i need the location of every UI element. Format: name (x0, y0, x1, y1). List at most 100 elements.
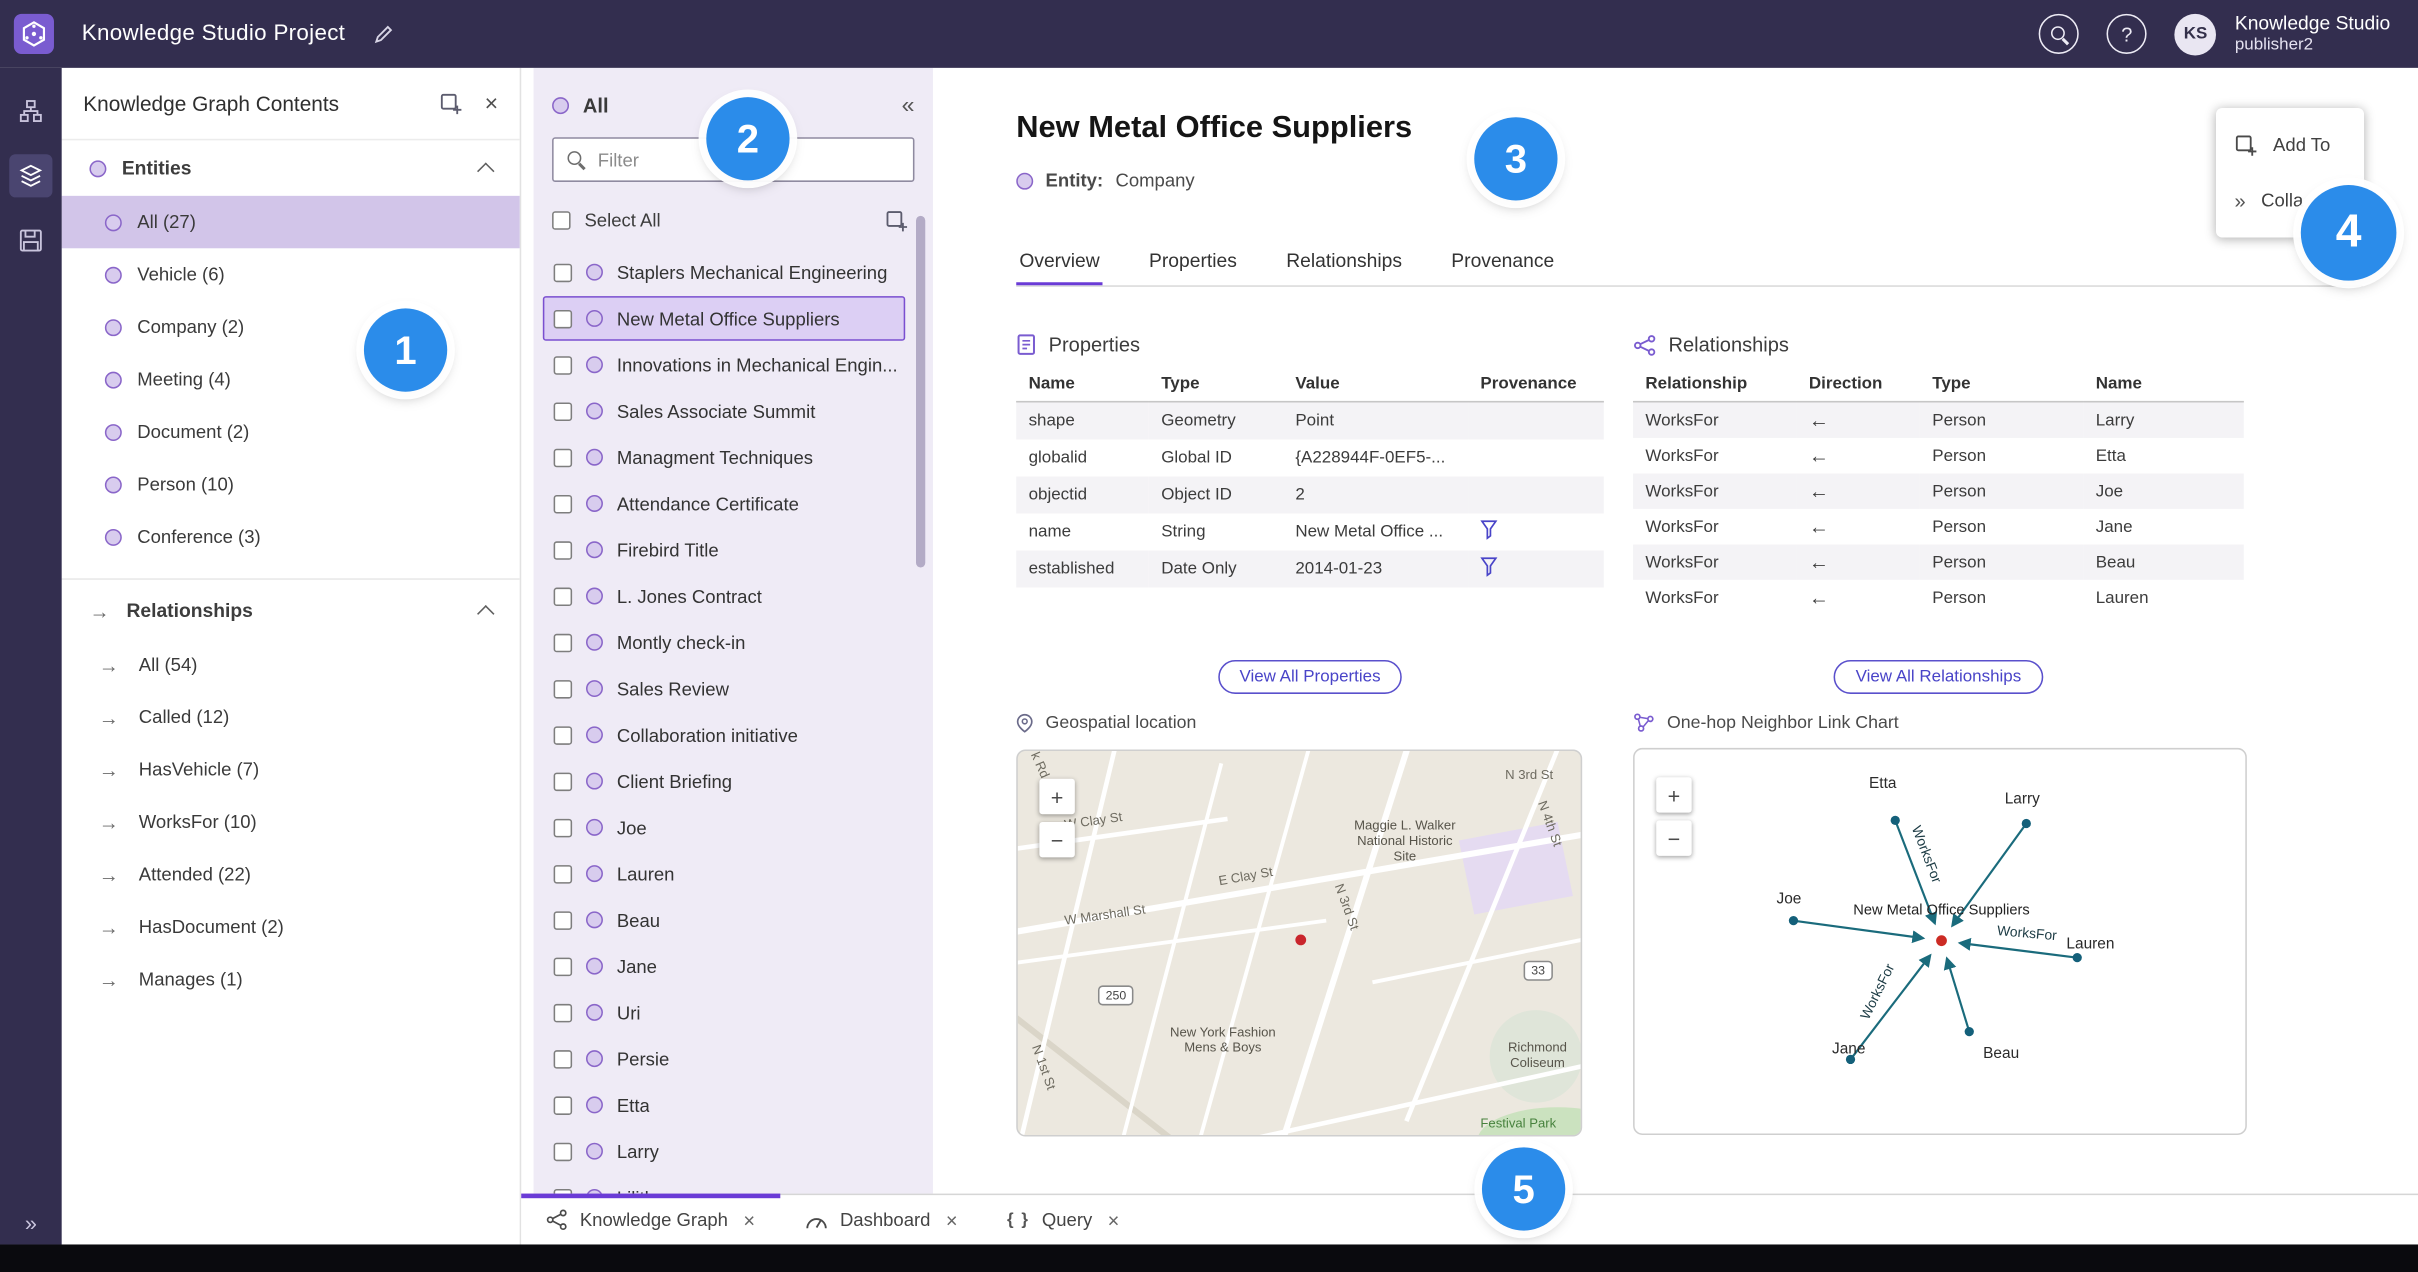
list-item[interactable]: Etta (543, 1083, 905, 1128)
save-button[interactable] (9, 219, 52, 262)
list-item[interactable]: Managment Techniques (543, 435, 905, 480)
item-checkbox[interactable] (553, 864, 573, 883)
list-item[interactable]: Persie (543, 1036, 905, 1081)
item-checkbox[interactable] (553, 910, 573, 930)
provenance-icon[interactable] (1480, 520, 1498, 545)
related-entity-link[interactable]: Beau (2083, 544, 2243, 579)
relationship-filter-item[interactable]: → Called (12) (62, 691, 520, 743)
item-checkbox[interactable] (553, 1049, 573, 1068)
detail-tab[interactable]: Overview (1016, 241, 1103, 286)
item-checkbox[interactable] (553, 679, 573, 698)
list-item[interactable]: Staplers Mechanical Engineering (543, 250, 905, 295)
relationship-link[interactable]: WorksFor (1633, 544, 1796, 579)
item-checkbox[interactable] (553, 771, 573, 791)
list-item[interactable]: L. Jones Contract (543, 574, 905, 619)
scrollbar-thumb[interactable] (916, 215, 926, 568)
relationships-section-header[interactable]: → Relationships (62, 583, 520, 639)
item-checkbox[interactable] (553, 633, 573, 652)
list-item[interactable]: Lauren (543, 851, 905, 896)
search-button[interactable] (2038, 13, 2080, 54)
avatar[interactable]: KS (2174, 13, 2217, 55)
list-item[interactable]: Beau (543, 898, 905, 943)
relationship-filter-item[interactable]: → WorksFor (10) (62, 796, 520, 848)
tab-dashboard[interactable]: Dashboard × (780, 1195, 982, 1244)
list-item[interactable]: Larry (543, 1129, 905, 1174)
detail-tab[interactable]: Provenance (1448, 241, 1557, 286)
add-to-new-icon[interactable] (440, 92, 463, 115)
related-entity-link[interactable]: Joe (2083, 473, 2243, 508)
relationship-filter-item[interactable]: → HasVehicle (7) (62, 743, 520, 795)
expand-rail-button[interactable]: » (0, 1211, 62, 1236)
app-logo-icon[interactable] (13, 13, 54, 54)
list-item[interactable]: Jane (543, 944, 905, 989)
user-info[interactable]: Knowledge Studio publisher2 (2235, 12, 2390, 55)
layers-view-button[interactable] (9, 154, 53, 198)
list-item[interactable]: Client Briefing (543, 759, 905, 804)
detail-tab[interactable]: Relationships (1283, 241, 1405, 286)
hierarchy-view-button[interactable] (9, 89, 52, 132)
entity-filter-item[interactable]: Document (2) (62, 406, 520, 458)
add-to-button[interactable]: Add To (2216, 117, 2364, 173)
item-checkbox[interactable] (553, 586, 573, 606)
list-item[interactable]: Joe (543, 805, 905, 850)
item-checkbox[interactable] (553, 540, 573, 560)
map[interactable]: + − k Rd W Clay St E Clay St W Marshall … (1016, 749, 1583, 1137)
collapse-panel-icon[interactable]: « (902, 93, 915, 119)
item-checkbox[interactable] (553, 262, 573, 282)
node-label[interactable]: Etta (1869, 776, 1896, 793)
related-entity-link[interactable]: Lauren (2083, 580, 2243, 615)
item-checkbox[interactable] (553, 956, 573, 976)
entity-filter-item[interactable]: Conference (3) (62, 510, 520, 562)
list-item[interactable]: Sales Associate Summit (543, 389, 905, 434)
item-checkbox[interactable] (553, 1003, 573, 1022)
add-to-new-icon[interactable] (885, 209, 908, 232)
provenance-icon[interactable] (1480, 557, 1498, 582)
relationship-link[interactable]: WorksFor (1633, 438, 1796, 473)
relationship-filter-item[interactable]: → All (54) (62, 638, 520, 690)
list-item[interactable]: Uri (543, 990, 905, 1035)
node-label[interactable]: Beau (1983, 1046, 2019, 1063)
relationship-link[interactable]: WorksFor (1633, 473, 1796, 508)
related-entity-link[interactable]: Larry (2083, 402, 2243, 438)
relationship-link[interactable]: WorksFor (1633, 580, 1796, 615)
view-all-relationships-button[interactable]: View All Relationships (1833, 660, 2043, 694)
view-all-properties-button[interactable]: View All Properties (1217, 660, 1403, 694)
related-entity-link[interactable]: Etta (2083, 438, 2243, 473)
help-button[interactable]: ? (2106, 13, 2147, 54)
item-checkbox[interactable] (553, 1095, 573, 1115)
item-checkbox[interactable] (553, 1141, 573, 1161)
entity-filter-item[interactable]: Vehicle (6) (62, 248, 520, 300)
node-label[interactable]: Lauren (2066, 936, 2114, 953)
zoom-in-button[interactable]: + (1656, 777, 1692, 813)
related-entity-link[interactable]: Jane (2083, 509, 2243, 544)
node-label[interactable]: Larry (2005, 791, 2040, 808)
edit-title-icon[interactable] (373, 23, 395, 45)
item-checkbox[interactable] (553, 309, 573, 328)
relationship-link[interactable]: WorksFor (1633, 402, 1796, 438)
item-checkbox[interactable] (553, 447, 573, 467)
list-item[interactable]: Firebird Title (543, 527, 905, 572)
link-chart[interactable]: + − Etta Larry Joe Jane Beau Lauren New … (1633, 747, 2247, 1135)
zoom-out-button[interactable]: − (1656, 820, 1692, 856)
item-checkbox[interactable] (553, 494, 573, 513)
close-panel-icon[interactable]: × (485, 90, 499, 116)
item-checkbox[interactable] (553, 355, 573, 374)
entity-filter-item[interactable]: Meeting (4) (62, 353, 520, 405)
close-tab-icon[interactable]: × (1108, 1208, 1120, 1231)
detail-tab[interactable]: Properties (1146, 241, 1240, 286)
tab-query[interactable]: { } Query × (982, 1195, 1144, 1244)
item-checkbox[interactable] (553, 725, 573, 745)
list-item[interactable]: Attendance Certificate (543, 481, 905, 526)
entities-section-header[interactable]: Entities (62, 140, 520, 196)
node-label[interactable]: Jane (1832, 1041, 1865, 1058)
list-item[interactable]: Sales Review (543, 666, 905, 711)
list-item[interactable]: Collaboration initiative (543, 712, 905, 757)
item-checkbox[interactable] (553, 401, 573, 421)
center-node-label[interactable]: New Metal Office Suppliers (1832, 902, 2051, 919)
relationship-link[interactable]: WorksFor (1633, 509, 1796, 544)
list-item[interactable]: New Metal Office Suppliers (542, 296, 906, 341)
select-all-checkbox[interactable] (552, 211, 571, 230)
entity-filter-item[interactable]: Company (2) (62, 301, 520, 353)
relationship-filter-item[interactable]: → HasDocument (2) (62, 901, 520, 953)
list-item[interactable]: Montly check-in (543, 620, 905, 665)
